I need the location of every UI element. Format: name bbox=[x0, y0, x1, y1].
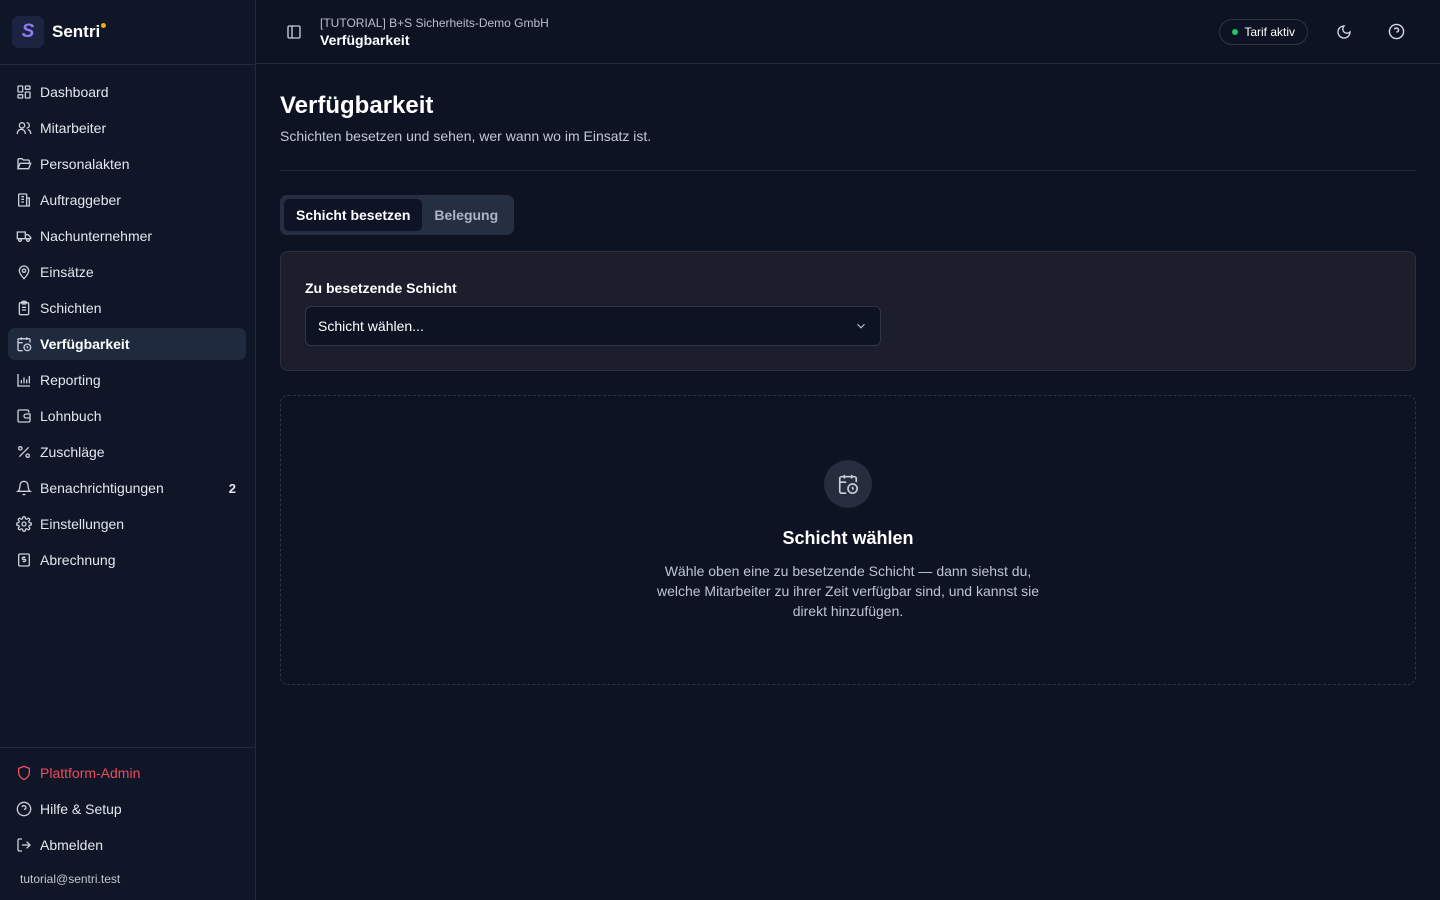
sidebar-item-label: Abrechnung bbox=[40, 552, 116, 568]
empty-state-text: Wähle oben eine zu besetzende Schicht — … bbox=[656, 563, 1040, 619]
sidebar-item-mitarbeiter[interactable]: Mitarbeiter bbox=[8, 112, 246, 144]
sidebar-item-einsaetze[interactable]: Einsätze bbox=[8, 256, 246, 288]
sidebar-item-abmelden[interactable]: Abmelden bbox=[8, 829, 246, 861]
sidebar-item-abrechnung[interactable]: Abrechnung bbox=[8, 544, 246, 576]
brand-name-text: Sentri bbox=[52, 22, 101, 41]
brand[interactable]: S Sentri bbox=[0, 0, 255, 65]
sidebar-item-label: Plattform-Admin bbox=[40, 765, 141, 781]
sidebar-item-label: Benachrichtigungen bbox=[40, 480, 164, 496]
sidebar-item-label: Dashboard bbox=[40, 84, 109, 100]
shift-select[interactable]: Schicht wählen... bbox=[305, 306, 881, 346]
calendar-clock-icon bbox=[16, 336, 32, 352]
sidebar-item-verfuegbarkeit[interactable]: Verfügbarkeit bbox=[8, 328, 246, 360]
main-content: Verfügbarkeit Schichten besetzen und seh… bbox=[280, 64, 1416, 685]
sidebar-item-hilfe[interactable]: Hilfe & Setup bbox=[8, 793, 246, 825]
sidebar-item-label: Zuschläge bbox=[40, 444, 105, 460]
building-icon bbox=[16, 192, 32, 208]
sidebar: S Sentri Dashboard Mitarbeiter Personala… bbox=[0, 0, 256, 900]
truck-icon bbox=[16, 228, 32, 244]
users-icon bbox=[16, 120, 32, 136]
sidebar-item-label: Einstellungen bbox=[40, 516, 125, 532]
sidebar-item-label: Verfügbarkeit bbox=[40, 336, 130, 352]
header-titles: [TUTORIAL] B+S Sicherheits-Demo GmbH Ver… bbox=[320, 16, 549, 48]
clipboard-icon bbox=[16, 300, 32, 316]
bell-icon bbox=[16, 480, 32, 496]
divider bbox=[280, 170, 1416, 171]
dashboard-icon bbox=[16, 84, 32, 100]
brand-name: Sentri bbox=[52, 22, 107, 42]
sidebar-item-label: Abmelden bbox=[40, 837, 104, 853]
gear-icon bbox=[16, 516, 32, 532]
sidebar-item-benachrichtigungen[interactable]: Benachrichtigungen 2 bbox=[8, 472, 246, 504]
sidebar-item-dashboard[interactable]: Dashboard bbox=[8, 76, 246, 108]
sidebar-item-label: Reporting bbox=[40, 372, 101, 388]
logo-icon: S bbox=[12, 16, 44, 48]
sidebar-item-zuschlaege[interactable]: Zuschläge bbox=[8, 436, 246, 468]
sidebar-toggle-button[interactable] bbox=[280, 18, 308, 46]
shift-select-card: Zu besetzende Schicht Schicht wählen... bbox=[280, 251, 1416, 371]
sidebar-item-label: Hilfe & Setup bbox=[40, 801, 122, 817]
moon-icon bbox=[1337, 24, 1351, 39]
sidebar-item-label: Auftraggeber bbox=[40, 192, 121, 208]
sidebar-item-personalakten[interactable]: Personalakten bbox=[8, 148, 246, 180]
tab-schicht-besetzen[interactable]: Schicht besetzen bbox=[284, 199, 423, 231]
user-email: tutorial@sentri.test bbox=[20, 872, 121, 886]
header-actions: Tarif aktiv bbox=[1219, 16, 1440, 48]
receipt-icon bbox=[16, 552, 32, 568]
sidebar-item-nachunternehmer[interactable]: Nachunternehmer bbox=[8, 220, 246, 252]
sidebar-item-label: Einsätze bbox=[40, 264, 94, 280]
help-circle-icon bbox=[1388, 23, 1404, 40]
chevron-down-icon bbox=[854, 319, 868, 333]
tab-list: Schicht besetzen Belegung bbox=[280, 195, 515, 235]
logout-icon bbox=[16, 837, 32, 853]
tarif-status-badge[interactable]: Tarif aktiv bbox=[1219, 18, 1308, 45]
empty-state: Schicht wählen Wähle oben eine zu besetz… bbox=[280, 395, 1416, 685]
percent-icon bbox=[16, 444, 32, 460]
sidebar-item-reporting[interactable]: Reporting bbox=[8, 364, 246, 396]
tarif-status-label: Tarif aktiv bbox=[1244, 24, 1295, 39]
organization-name: [TUTORIAL] B+S Sicherheits-Demo GmbH bbox=[320, 15, 549, 30]
sidebar-item-schichten[interactable]: Schichten bbox=[8, 292, 246, 324]
help-button[interactable] bbox=[1380, 16, 1412, 48]
page-subtitle: Schichten besetzen und sehen, wer wann w… bbox=[280, 128, 652, 144]
theme-toggle-button[interactable] bbox=[1328, 16, 1360, 48]
tab-belegung[interactable]: Belegung bbox=[422, 199, 510, 231]
sidebar-item-label: Schichten bbox=[40, 300, 102, 316]
wallet-icon bbox=[16, 408, 32, 424]
sidebar-item-einstellungen[interactable]: Einstellungen bbox=[8, 508, 246, 540]
help-circle-icon bbox=[16, 801, 32, 817]
calendar-clock-icon bbox=[824, 460, 872, 508]
map-pin-icon bbox=[16, 264, 32, 280]
panel-left-icon bbox=[287, 24, 301, 39]
status-dot bbox=[1232, 28, 1239, 35]
shield-icon bbox=[16, 765, 32, 781]
bar-chart-icon bbox=[16, 372, 32, 388]
folder-open-icon bbox=[16, 156, 32, 172]
shift-select-value: Schicht wählen... bbox=[318, 318, 424, 334]
shift-select-label: Zu besetzende Schicht bbox=[305, 280, 457, 296]
sidebar-item-label: Nachunternehmer bbox=[40, 228, 153, 244]
notification-count-badge: 2 bbox=[228, 480, 236, 496]
empty-state-title: Schicht wählen bbox=[782, 528, 914, 548]
top-header: [TUTORIAL] B+S Sicherheits-Demo GmbH Ver… bbox=[256, 0, 1440, 64]
sidebar-nav: Dashboard Mitarbeiter Personalakten Auft… bbox=[0, 65, 255, 576]
sidebar-item-auftraggeber[interactable]: Auftraggeber bbox=[8, 184, 246, 216]
sidebar-item-lohnbuch[interactable]: Lohnbuch bbox=[8, 400, 246, 432]
sidebar-item-plattform-admin[interactable]: Plattform-Admin bbox=[8, 757, 246, 789]
sidebar-item-label: Mitarbeiter bbox=[40, 120, 107, 136]
sidebar-footer: Plattform-Admin Hilfe & Setup Abmelden t… bbox=[0, 747, 255, 886]
brand-dot bbox=[101, 23, 107, 28]
sidebar-item-label: Lohnbuch bbox=[40, 408, 102, 424]
sidebar-item-label: Personalakten bbox=[40, 156, 130, 172]
header-page-title: Verfügbarkeit bbox=[320, 31, 410, 48]
page-title: Verfügbarkeit bbox=[280, 92, 434, 119]
